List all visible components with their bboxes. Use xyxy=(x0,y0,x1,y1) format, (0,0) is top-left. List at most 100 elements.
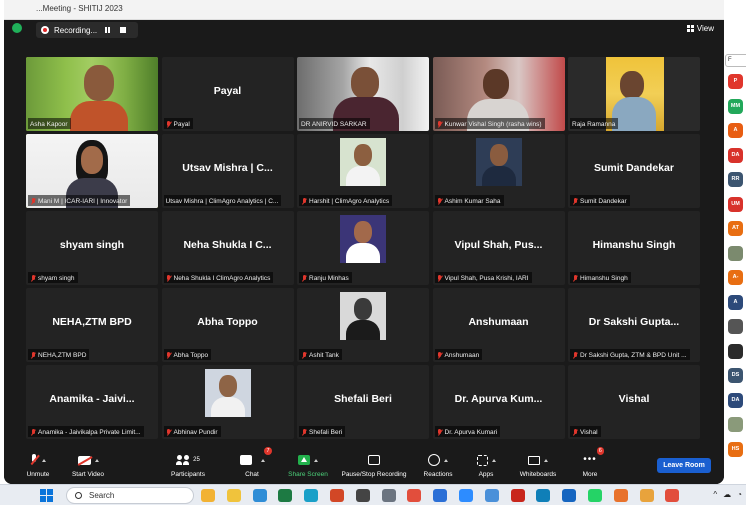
participant-avatar[interactable]: A- xyxy=(728,270,743,285)
chevron-up-icon[interactable] xyxy=(94,458,99,462)
participant-avatar[interactable]: HS xyxy=(728,441,743,457)
firefox-icon[interactable] xyxy=(613,489,628,502)
participant-tile[interactable]: Vipul Shah, Pus... Vipul Shah, Pusa Krish… xyxy=(432,211,565,285)
pause-recording-button[interactable] xyxy=(101,24,113,36)
participant-avatar[interactable]: RR xyxy=(728,172,743,187)
wifi-icon[interactable]: ◔ xyxy=(737,490,742,499)
participant-tile[interactable]: Ashit Tank xyxy=(297,288,429,362)
participant-avatar[interactable]: AT xyxy=(728,221,743,236)
chrome-icon[interactable] xyxy=(201,489,215,502)
participant-tile[interactable]: NEHA,ZTM BPD NEHA,ZTM BPD xyxy=(26,288,158,362)
excel-icon[interactable] xyxy=(278,489,293,502)
whatsapp-icon[interactable] xyxy=(588,489,602,502)
participant-tile[interactable]: Mani M | ICAR-IARI | Innovator xyxy=(26,134,158,208)
chrome2-icon[interactable] xyxy=(407,489,422,502)
powerpoint-icon[interactable] xyxy=(330,489,344,502)
participant-avatar[interactable] xyxy=(728,417,743,432)
security-shield-icon[interactable] xyxy=(12,23,22,33)
participant-tile[interactable]: Raja Ramanna xyxy=(568,57,700,131)
participant-search-input[interactable]: F xyxy=(725,54,746,67)
participant-avatar[interactable]: DA xyxy=(728,392,743,408)
participant-tile[interactable]: Neha Shukla I C... Neha Shukla I ClimAgro… xyxy=(161,211,294,285)
chevron-up-icon[interactable] xyxy=(260,458,265,462)
participant-tile[interactable]: Harshit | ClimAgro Analytics xyxy=(297,134,429,208)
participant-avatar[interactable] xyxy=(728,343,743,359)
participant-tile[interactable]: Anamika - Jaivi... Anamika - Jaivikalpa P… xyxy=(26,365,158,439)
participant-label-text: Dr Sakshi Gupta, ZTM & BPD Unit ... xyxy=(580,352,687,359)
participant-avatar[interactable]: DA xyxy=(728,147,743,163)
recording-indicator: Recording... xyxy=(36,22,138,38)
participant-tile[interactable]: Abhinav Pundir xyxy=(161,365,294,439)
zoom-icon[interactable] xyxy=(459,489,473,502)
share-screen-button[interactable]: Share Screen xyxy=(276,452,340,478)
chevron-up-icon[interactable] xyxy=(42,458,46,462)
start-video-button[interactable]: Start Video xyxy=(56,452,120,478)
stop-icon xyxy=(120,27,127,33)
participant-tile[interactable]: Sumit Dandekar Sumit Dandekar xyxy=(568,134,700,208)
participant-tile[interactable]: Vishal Vishal xyxy=(568,365,700,439)
notepad-icon[interactable] xyxy=(381,489,396,502)
participant-tile[interactable]: Himanshu Singh Himanshu Singh xyxy=(568,211,700,285)
participant-tile[interactable]: Shefali Beri Shefali Beri xyxy=(297,365,429,439)
participant-avatar[interactable] xyxy=(728,245,743,261)
participant-avatar[interactable]: MM xyxy=(728,98,743,114)
participant-tile[interactable]: Asha Kapoor xyxy=(26,57,158,131)
participant-tile[interactable]: Utsav Mishra | C... Utsav Mishra | ClimAg… xyxy=(161,134,294,208)
participant-avatar[interactable]: UM xyxy=(728,196,743,212)
participant-label-text: Abha Toppo xyxy=(173,352,209,359)
participant-display-name: Vishal xyxy=(618,393,650,405)
participant-label-text: Ranju Minhas xyxy=(309,275,349,282)
stop-recording-button[interactable] xyxy=(117,24,129,36)
participant-avatar[interactable]: A xyxy=(728,123,743,138)
windows-start-icon[interactable] xyxy=(40,489,53,502)
participant-tile[interactable]: shyam singh shyam singh xyxy=(26,211,158,285)
whiteboards-label: Whiteboards xyxy=(519,471,557,478)
outlook-icon[interactable] xyxy=(562,489,577,502)
participant-tile[interactable]: Dr. Apurva Kum... Dr. Apurva Kumari xyxy=(432,365,565,439)
acrobat-icon[interactable] xyxy=(510,489,525,502)
taskbar-search-input[interactable]: Search xyxy=(66,487,194,504)
participant-label-text: Asha Kapoor xyxy=(30,121,68,128)
edge-icon[interactable] xyxy=(304,489,319,502)
participant-label-text: Abhinav Pundir xyxy=(173,429,218,436)
edge2-icon[interactable] xyxy=(536,489,551,502)
participant-tile[interactable]: Dr Sakshi Gupta... Dr Sakshi Gupta, ZTM &… xyxy=(568,288,700,362)
store-icon[interactable] xyxy=(433,489,448,502)
participant-tile[interactable]: Ranju Minhas xyxy=(297,211,429,285)
more-button[interactable]: ••• 6 More xyxy=(558,447,622,478)
participant-tile[interactable]: Ashim Kumar Saha xyxy=(432,134,565,208)
pause-stop-recording-button[interactable]: Pause/Stop Recording xyxy=(341,452,407,478)
chevron-up-icon[interactable] xyxy=(444,458,448,462)
participant-name-label: Anamika - Jaivikalpa Private Limit... xyxy=(28,426,144,437)
participant-avatar[interactable]: P xyxy=(728,74,743,89)
chevron-up-icon[interactable] xyxy=(491,458,496,462)
participant-avatar-photo xyxy=(204,369,251,417)
participant-avatar[interactable]: A xyxy=(728,294,743,310)
cloud-icon[interactable]: ☁ xyxy=(723,490,731,499)
tray-chevron-icon[interactable]: ^ xyxy=(713,490,717,499)
files-icon[interactable] xyxy=(484,489,499,502)
chevron-up-icon[interactable] xyxy=(314,458,318,462)
mic-muted-icon xyxy=(30,454,38,466)
participant-tile[interactable]: DR ANIRVID SARKAR xyxy=(297,57,429,131)
photos-icon[interactable] xyxy=(252,489,267,502)
leave-room-button[interactable]: Leave Room xyxy=(657,458,711,473)
mic-muted-icon xyxy=(437,428,443,437)
participant-tile[interactable]: Abha Toppo Abha Toppo xyxy=(161,288,294,362)
participant-tile[interactable]: Payal Payal xyxy=(161,57,294,131)
paint-icon[interactable] xyxy=(639,489,654,502)
explorer-icon[interactable] xyxy=(226,489,241,502)
view-button[interactable]: View xyxy=(686,24,714,33)
participant-avatar[interactable]: DS xyxy=(728,368,743,383)
view-label: View xyxy=(696,24,714,33)
chevron-up-icon[interactable] xyxy=(544,458,548,462)
sticky-icon[interactable] xyxy=(355,489,370,502)
participant-avatar-photo xyxy=(340,292,386,340)
participant-tile[interactable]: Kunwar Vishal Singh (rasha wins) xyxy=(432,57,565,131)
chat-button[interactable]: 7 Chat xyxy=(220,447,284,478)
participant-tile[interactable]: Anshumaan Anshumaan xyxy=(432,288,565,362)
participant-avatar[interactable] xyxy=(728,319,743,334)
chrome3-icon[interactable] xyxy=(665,489,680,502)
participant-label-text: DR ANIRVID SARKAR xyxy=(301,121,367,128)
participants-button[interactable]: 25 Participants xyxy=(156,452,220,478)
